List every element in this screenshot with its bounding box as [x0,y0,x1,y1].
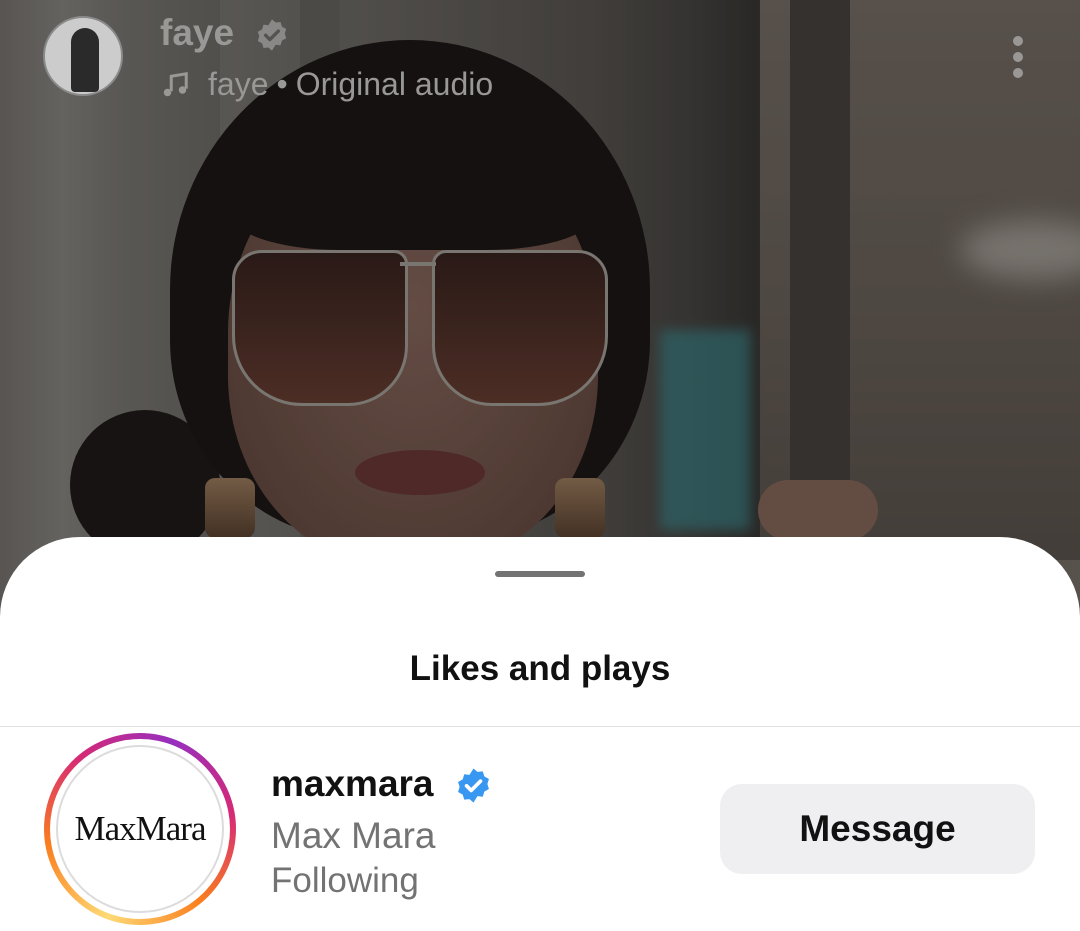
author-avatar[interactable] [43,16,123,96]
sheet-drag-handle[interactable] [495,571,585,577]
audio-owner: faye [208,66,269,102]
account-avatar-logo: MaxMara [56,745,224,913]
more-options-icon[interactable] [1008,36,1028,84]
account-row[interactable]: MaxMara maxmara Max Mara Following Messa… [0,727,1080,931]
verified-badge-icon [257,19,287,51]
reel-header: faye faye • Original audio [0,0,1080,120]
verified-badge-icon [458,768,489,803]
follow-status: Following [271,861,419,900]
audio-separator: • [276,66,288,102]
author-username[interactable]: faye [160,12,234,54]
audio-label: Original audio [295,66,494,102]
music-note-icon [163,71,188,96]
author-avatar-figure [71,28,99,92]
likes-plays-sheet: Likes and plays MaxMara maxmara Max Mara… [0,537,1080,931]
account-username[interactable]: maxmara [271,763,434,805]
message-button[interactable]: Message [720,784,1035,874]
story-ring[interactable]: MaxMara [44,733,236,925]
story-ring-gap: MaxMara [50,739,230,919]
sheet-title: Likes and plays [409,649,671,688]
audio-attribution[interactable]: faye • Original audio [160,66,493,103]
account-full-name: Max Mara [271,815,436,856]
